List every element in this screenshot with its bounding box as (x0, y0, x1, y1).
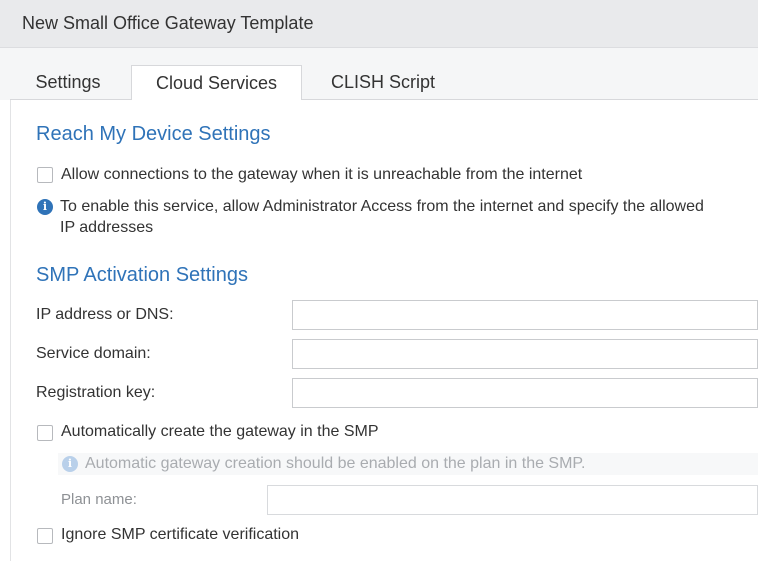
registration-key-label: Registration key: (36, 384, 156, 401)
allow-connections-checkbox[interactable] (37, 167, 53, 183)
plan-name-input[interactable] (267, 485, 758, 515)
ip-address-input[interactable] (292, 300, 758, 330)
service-domain-label: Service domain: (36, 345, 151, 362)
smp-section-title: SMP Activation Settings (36, 264, 248, 286)
dialog-title: New Small Office Gateway Template (22, 13, 314, 33)
auto-create-label[interactable]: Automatically create the gateway in the … (61, 423, 379, 441)
service-domain-input[interactable] (292, 339, 758, 369)
tab-clish-script[interactable]: CLISH Script (318, 65, 448, 100)
auto-create-note-text: Automatic gateway creation should be ena… (85, 455, 586, 472)
reach-info-line-2: IP addresses (60, 219, 154, 236)
registration-key-input[interactable] (292, 378, 758, 408)
dialog-header: New Small Office Gateway Template (0, 0, 758, 48)
ignore-cert-label[interactable]: Ignore SMP certificate verification (61, 526, 299, 544)
tab-settings[interactable]: Settings (22, 65, 114, 100)
reach-info-line-1: To enable this service, allow Administra… (60, 198, 704, 215)
ip-address-label: IP address or DNS: (36, 306, 174, 323)
reach-info-text: To enable this service, allow Administra… (60, 196, 758, 238)
tab-bar: Settings Cloud Services CLISH Script (0, 48, 758, 101)
reach-section-title: Reach My Device Settings (36, 123, 271, 145)
ignore-cert-checkbox[interactable] (37, 528, 53, 544)
info-icon: i (37, 199, 53, 215)
auto-create-checkbox[interactable] (37, 425, 53, 441)
plan-name-label: Plan name: (61, 491, 137, 508)
allow-connections-label[interactable]: Allow connections to the gateway when it… (61, 166, 582, 184)
tab-cloud-services[interactable]: Cloud Services (131, 65, 302, 101)
info-icon: i (62, 456, 78, 472)
